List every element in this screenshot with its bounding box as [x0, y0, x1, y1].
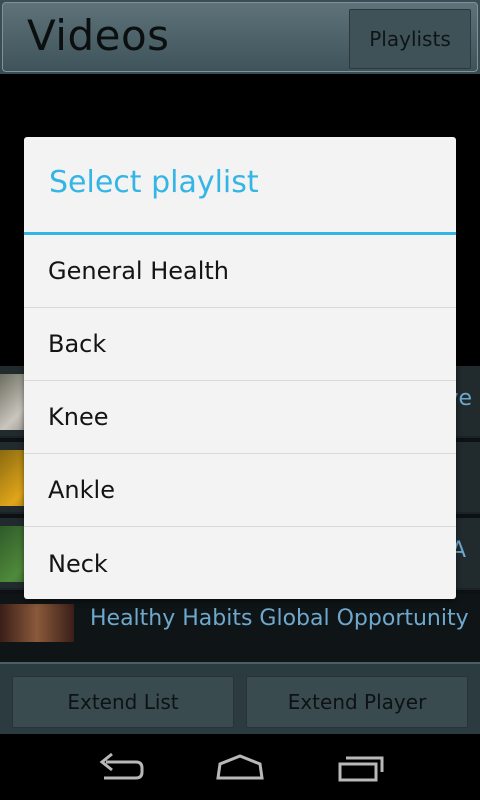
playlist-option-neck[interactable]: Neck	[24, 527, 456, 599]
playlist-option-general-health[interactable]: General Health	[24, 235, 456, 308]
playlist-option-ankle[interactable]: Ankle	[24, 454, 456, 527]
playlist-option-back[interactable]: Back	[24, 308, 456, 381]
playlist-options: General Health Back Knee Ankle Neck	[24, 235, 456, 599]
select-playlist-dialog: Select playlist General Health Back Knee…	[24, 137, 456, 599]
dialog-title: Select playlist	[49, 165, 259, 200]
playlist-option-knee[interactable]: Knee	[24, 381, 456, 454]
